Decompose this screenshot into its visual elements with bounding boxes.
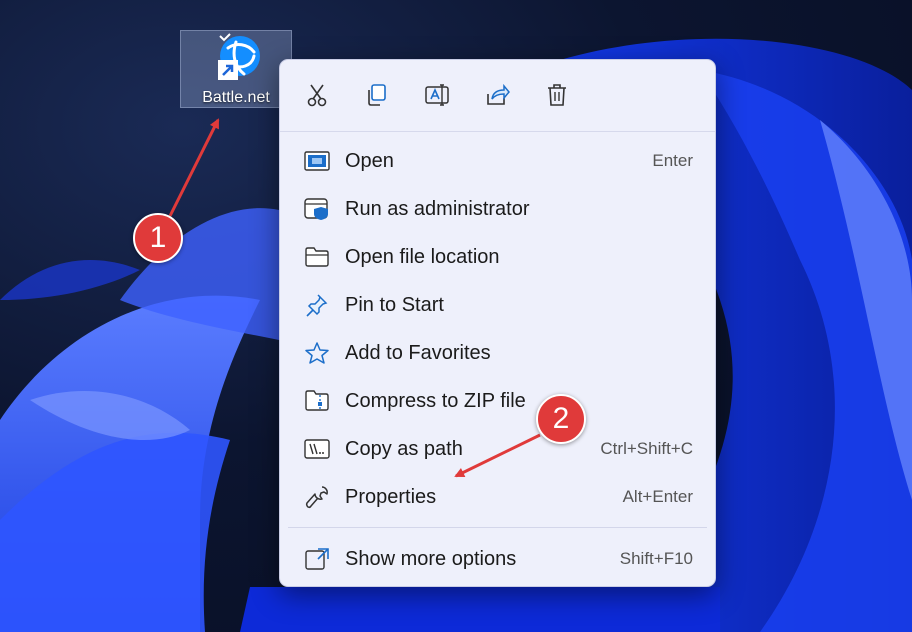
rename-icon (423, 82, 451, 113)
menu-item-copy-as-path[interactable]: Copy as path Ctrl+Shift+C (284, 427, 711, 471)
menu-item-compress-to-zip[interactable]: Compress to ZIP file (284, 379, 711, 423)
share-button[interactable] (480, 80, 514, 114)
context-menu: Open Enter Run as administrator Open fil… (279, 59, 716, 587)
admin-shield-icon (304, 197, 330, 221)
menu-item-pin-to-start[interactable]: Pin to Start (284, 283, 711, 327)
menu-divider (288, 527, 707, 528)
menu-item-open-file-location[interactable]: Open file location (284, 235, 711, 279)
show-more-icon (304, 547, 330, 571)
menu-item-properties[interactable]: Properties Alt+Enter (284, 475, 711, 519)
toolbar-divider (280, 131, 715, 132)
pin-icon (304, 293, 330, 317)
copy-button[interactable] (360, 80, 394, 114)
cut-icon (304, 82, 330, 113)
cut-button[interactable] (300, 80, 334, 114)
desktop-shortcut-battlenet[interactable]: Battle.net (180, 30, 292, 108)
shortcut-label: Battle.net (202, 89, 270, 106)
battlenet-app-icon (210, 32, 262, 87)
menu-item-run-as-administrator[interactable]: Run as administrator (284, 187, 711, 231)
menu-item-show-more-options[interactable]: Show more options Shift+F10 (284, 537, 711, 581)
copy-icon (364, 82, 390, 113)
rename-button[interactable] (420, 80, 454, 114)
annotation-badge-1: 1 (133, 213, 183, 263)
star-icon (304, 341, 330, 365)
menu-item-open[interactable]: Open Enter (284, 139, 711, 183)
delete-button[interactable] (540, 80, 574, 114)
folder-icon (304, 245, 330, 269)
copy-path-icon (304, 437, 330, 461)
wrench-icon (304, 485, 330, 509)
open-icon (304, 149, 330, 173)
menu-item-add-to-favorites[interactable]: Add to Favorites (284, 331, 711, 375)
delete-icon (544, 82, 570, 113)
share-icon (484, 82, 510, 113)
desktop: Battle.net Open Enter Run as administrat… (0, 0, 912, 632)
annotation-badge-2: 2 (536, 394, 586, 444)
zip-icon (304, 389, 330, 413)
context-menu-toolbar (280, 60, 715, 132)
